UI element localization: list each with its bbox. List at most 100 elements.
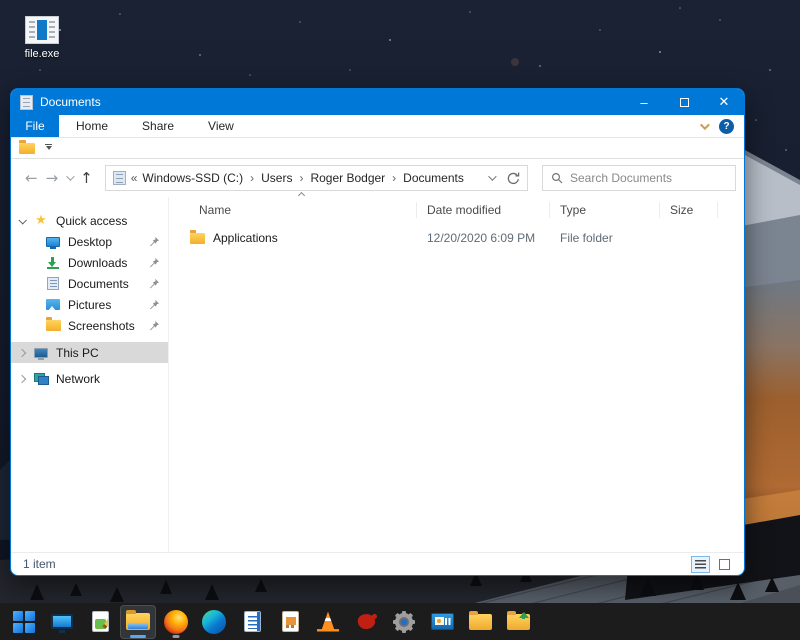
column-header-name[interactable]: Name	[177, 202, 417, 218]
taskbar-red-app[interactable]	[348, 605, 384, 639]
taskbar-firefox[interactable]	[158, 605, 194, 639]
pin-icon[interactable]	[149, 320, 160, 331]
sidebar-item-desktop[interactable]: Desktop	[11, 231, 168, 252]
file-list-pane: Name Date modified Type Size Application…	[169, 191, 744, 552]
sidebar-item-label: Desktop	[68, 234, 113, 249]
address-bar[interactable]: « Windows-SSD (C:) › Users › Roger Bodge…	[104, 165, 528, 191]
pin-icon[interactable]	[149, 299, 160, 310]
file-row-applications[interactable]: Applications 12/20/2020 6:09 PM File fol…	[177, 227, 744, 249]
sidebar-item-this-pc[interactable]: This PC	[11, 342, 168, 363]
navigation-bar: ← → ↑ « Windows-SSD (C:) › Users › Roger…	[11, 159, 744, 197]
folder-icon[interactable]	[19, 139, 35, 154]
title-bar[interactable]: Documents – ✕	[11, 89, 744, 115]
breadcrumb-segment[interactable]: Roger Bodger	[310, 171, 385, 185]
ribbon-menu-bar: File Home Share View ?	[11, 115, 744, 138]
window-title: Documents	[40, 95, 101, 109]
sidebar-item-downloads[interactable]: Downloads	[11, 252, 168, 273]
details-view-icon	[695, 559, 706, 569]
taskbar-folder-upload[interactable]	[500, 605, 536, 639]
sidebar-item-documents[interactable]: Documents	[11, 273, 168, 294]
taskbar-settings[interactable]	[386, 605, 422, 639]
back-button[interactable]: ←	[25, 169, 38, 187]
status-bar: 1 item	[11, 552, 744, 575]
taskbar-folder[interactable]	[462, 605, 498, 639]
column-header-type[interactable]: Type	[550, 202, 660, 218]
monitor-app-icon	[51, 614, 73, 633]
refresh-icon[interactable]	[506, 171, 521, 186]
column-header-size[interactable]: Size	[660, 202, 718, 218]
network-icon	[33, 372, 49, 385]
pin-icon[interactable]	[149, 236, 160, 247]
breadcrumb-separator[interactable]: ›	[297, 171, 305, 185]
sidebar-item-label: Pictures	[68, 297, 112, 312]
taskbar-start-button[interactable]	[6, 605, 42, 639]
file-name: Applications	[213, 231, 278, 245]
chevron-down-icon[interactable]	[18, 215, 27, 225]
chevron-right-icon[interactable]	[17, 348, 27, 357]
file-date-modified: 12/20/2020 6:09 PM	[427, 231, 536, 245]
breadcrumb-segment[interactable]: Windows-SSD (C:)	[142, 171, 243, 185]
expand-ribbon-icon[interactable]	[699, 119, 710, 130]
edge-icon	[202, 609, 226, 634]
pin-icon[interactable]	[149, 257, 160, 268]
vlc-cone-icon	[317, 611, 339, 632]
breadcrumb-overflow[interactable]: «	[131, 171, 138, 185]
breadcrumb-segment[interactable]: Users	[261, 171, 292, 185]
taskbar-file-explorer[interactable]	[120, 604, 156, 639]
pin-icon[interactable]	[149, 278, 160, 289]
sidebar-item-quick-access[interactable]: ★ Quick access	[11, 210, 168, 231]
taskbar-control-panel[interactable]	[424, 605, 460, 639]
menu-tab-share[interactable]: Share	[125, 115, 191, 137]
details-view-button[interactable]	[691, 555, 710, 573]
navigation-pane: ★ Quick access Desktop Downloads Documen…	[11, 197, 169, 552]
star-icon: ★	[35, 213, 47, 228]
forward-button[interactable]: →	[46, 169, 59, 187]
sidebar-item-pictures[interactable]: Pictures	[11, 294, 168, 315]
column-header-date-modified[interactable]: Date modified	[417, 202, 550, 218]
taskbar-editor-app[interactable]	[82, 605, 118, 639]
chevron-right-icon[interactable]	[17, 374, 27, 383]
customize-toolbar-icon[interactable]	[45, 143, 52, 153]
active-app-indicator	[130, 634, 146, 638]
up-button[interactable]: ↑	[80, 169, 93, 187]
breadcrumb-separator[interactable]: ›	[390, 171, 398, 185]
sidebar-item-network[interactable]: Network	[11, 368, 168, 389]
location-document-icon	[112, 171, 126, 185]
taskbar-presentation-app[interactable]	[272, 605, 308, 639]
maximize-button[interactable]	[664, 89, 704, 115]
item-count: 1 item	[23, 557, 56, 571]
menu-tab-home[interactable]: Home	[59, 115, 125, 137]
folder-upload-icon	[506, 610, 530, 630]
minimize-button[interactable]: –	[624, 89, 664, 115]
window-document-icon	[20, 94, 33, 110]
breadcrumb-separator[interactable]: ›	[248, 171, 256, 185]
breadcrumb-segment[interactable]: Documents	[403, 171, 464, 185]
close-icon: ✕	[718, 94, 730, 109]
recent-locations-icon[interactable]	[66, 172, 75, 181]
taskbar-vlc[interactable]	[310, 605, 346, 639]
editor-app-icon	[91, 611, 109, 632]
search-input[interactable]	[570, 171, 727, 185]
sidebar-item-screenshots[interactable]: Screenshots	[11, 315, 168, 336]
file-type: File folder	[560, 231, 613, 245]
application-file-icon	[25, 16, 59, 44]
close-button[interactable]: ✕	[704, 89, 744, 115]
menu-tab-file[interactable]: File	[11, 115, 59, 137]
running-app-indicator	[172, 635, 180, 638]
desktop-icon-file-exe[interactable]: file.exe	[10, 16, 74, 60]
taskbar-document-app[interactable]	[234, 605, 270, 639]
sidebar-item-label: Screenshots	[68, 318, 135, 333]
search-icon	[551, 172, 563, 184]
monitor-icon	[46, 236, 60, 249]
address-dropdown-icon[interactable]	[488, 172, 497, 181]
folder-icon	[468, 610, 492, 630]
taskbar-edge[interactable]	[196, 605, 232, 639]
sidebar-item-label: Downloads	[68, 255, 128, 270]
help-button[interactable]: ?	[719, 118, 734, 134]
computer-icon	[34, 347, 48, 360]
large-icons-view-button[interactable]	[715, 556, 734, 573]
search-box[interactable]	[542, 165, 736, 191]
menu-tab-view[interactable]: View	[191, 115, 251, 137]
taskbar-monitor-app[interactable]	[44, 605, 80, 639]
windows-start-icon	[13, 610, 35, 633]
